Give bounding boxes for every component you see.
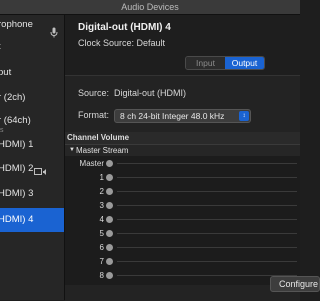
configure-speakers-button[interactable]: Configure Speakers...: [270, 276, 320, 292]
channel-label: Master: [79, 159, 104, 168]
volume-slider-knob[interactable]: [106, 244, 113, 251]
volume-slider-knob[interactable]: [106, 258, 113, 265]
source-label: Source:: [78, 88, 110, 98]
device-label: HDMI) 4: [0, 214, 34, 225]
input-tab[interactable]: Input: [186, 57, 225, 69]
channel-label: 3: [99, 201, 104, 210]
device-item-hdmi-3[interactable]: HDMI) 3: [0, 187, 64, 201]
format-label: Format:: [78, 110, 110, 120]
channel-row-2: 2: [65, 185, 300, 198]
clock-source: Clock Source: Default: [78, 38, 166, 48]
device-label: put: [0, 67, 12, 78]
device-label: r (64ch): [0, 115, 31, 126]
device-item-output-1[interactable]: t: [0, 40, 64, 54]
channel-label: 7: [99, 257, 104, 266]
device-label: r (2ch): [0, 92, 26, 103]
channel-row-4: 4: [65, 213, 300, 226]
channel-volume-list: ▼ Master Stream Master 1 2 3 4 5 6 7 8: [65, 145, 300, 285]
volume-slider-knob[interactable]: [106, 160, 113, 167]
channel-row-1: 1: [65, 171, 300, 184]
device-detail-pane: Digital-out (HDMI) 4 Clock Source: Defau…: [65, 15, 320, 301]
output-tab[interactable]: Output: [225, 57, 264, 69]
source-value: Digital-out (HDMI): [114, 88, 187, 98]
volume-slider-knob[interactable]: [106, 230, 113, 237]
device-item-hdmi-1[interactable]: HDMI) 1: [0, 138, 64, 152]
device-item-hdmi-4[interactable]: HDMI) 4: [0, 208, 64, 232]
channel-row-3: 3: [65, 199, 300, 212]
format-select[interactable]: 8 ch 24-bit Integer 48.0 kHz ↕: [114, 109, 251, 123]
device-item-2ch[interactable]: r (2ch): [0, 91, 64, 105]
device-label: rophone: [0, 19, 33, 30]
channel-label: 1: [99, 173, 104, 182]
volume-track: [117, 261, 297, 262]
channel-label: 5: [99, 229, 104, 238]
device-item-hdmi-2[interactable]: HDMI) 2: [0, 162, 64, 176]
volume-slider-knob[interactable]: [106, 174, 113, 181]
device-label: HDMI) 1: [0, 139, 34, 150]
channel-row-6: 6: [65, 241, 300, 254]
device-label: HDMI) 2: [0, 163, 34, 174]
volume-track: [117, 219, 297, 220]
channel-row-5: 5: [65, 227, 300, 240]
volume-track: [117, 247, 297, 248]
chevron-updown-icon: ↕: [239, 111, 249, 121]
display-icon: [34, 168, 46, 175]
channel-label: 6: [99, 243, 104, 252]
master-stream-row[interactable]: ▼ Master Stream: [65, 145, 300, 156]
disclosure-triangle-icon: ▼: [69, 147, 75, 153]
device-label: HDMI) 3: [0, 188, 34, 199]
channel-label: 2: [99, 187, 104, 196]
channel-volume-label: Channel Volume: [67, 133, 130, 142]
section-label: ts: [0, 127, 4, 134]
channel-label: 4: [99, 215, 104, 224]
device-title: Digital-out (HDMI) 4: [78, 22, 171, 33]
channel-row-7: 7: [65, 255, 300, 268]
settings-panel: Source: Digital-out (HDMI) Format: 8 ch …: [65, 75, 300, 301]
volume-slider-knob[interactable]: [106, 216, 113, 223]
volume-track: [117, 163, 297, 164]
volume-track: [117, 177, 297, 178]
volume-slider-knob[interactable]: [106, 272, 113, 279]
device-item-output-2[interactable]: put: [0, 66, 64, 80]
channel-volume-header: Channel Volume: [65, 132, 300, 145]
volume-track: [117, 205, 297, 206]
volume-track: [117, 233, 297, 234]
microphone-icon: [50, 27, 58, 38]
window-title: Audio Devices: [0, 0, 300, 15]
channel-row-master: Master: [65, 157, 300, 170]
volume-slider-knob[interactable]: [106, 202, 113, 209]
device-item-64ch[interactable]: r (64ch): [0, 114, 64, 128]
device-label: t: [0, 41, 1, 52]
direction-segmented-control: Input Output: [185, 56, 265, 70]
format-value: 8 ch 24-bit Integer 48.0 kHz: [120, 111, 225, 121]
volume-slider-knob[interactable]: [106, 188, 113, 195]
master-stream-label: Master Stream: [76, 146, 129, 155]
volume-track: [117, 191, 297, 192]
channel-label: 8: [99, 271, 104, 280]
channel-row-8: 8: [65, 269, 300, 282]
device-list: rophone t put r (2ch) r (64ch) ts HDMI) …: [0, 15, 65, 300]
